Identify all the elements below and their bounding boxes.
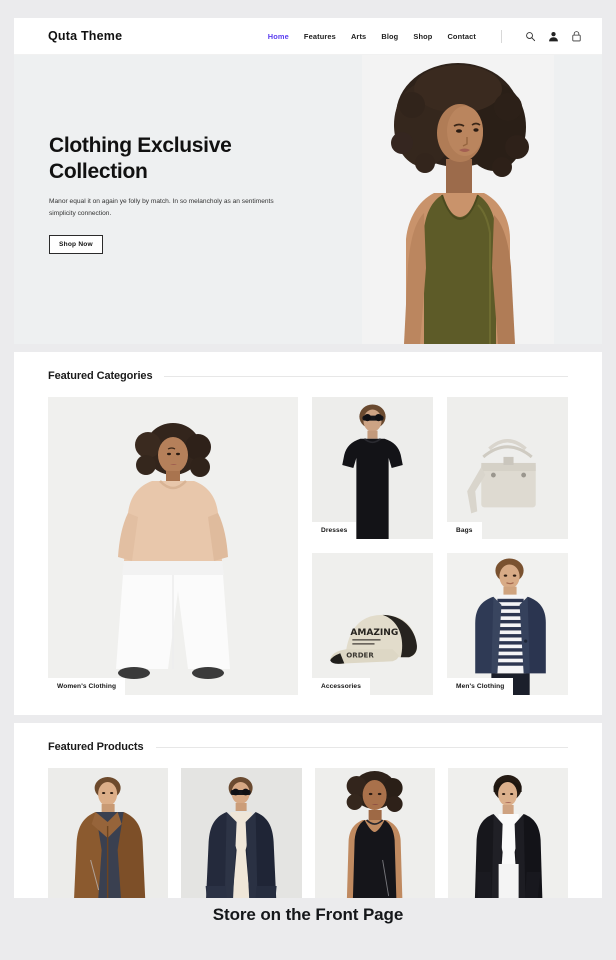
category-card-dresses[interactable]: Dresses <box>312 397 433 539</box>
category-image-accessories: AMAZING ORDER <box>312 553 433 695</box>
shop-now-button[interactable]: Shop Now <box>49 235 103 255</box>
nav-item-contact[interactable]: Contact <box>447 32 476 41</box>
featured-categories-section: Featured Categories Women's Clothing Dre… <box>14 352 602 715</box>
featured-products-title: Featured Products <box>48 741 144 753</box>
category-image-dresses <box>312 397 433 539</box>
nav-item-features[interactable]: Features <box>304 32 336 41</box>
hero-title-line-1: Clothing Exclusive <box>49 134 232 157</box>
nav-item-home[interactable]: Home <box>268 32 289 41</box>
svg-text:ORDER: ORDER <box>346 650 374 659</box>
category-label-womens-clothing: Women's Clothing <box>48 678 126 695</box>
category-card-accessories[interactable]: AMAZING ORDER Accessories <box>312 553 433 695</box>
svg-text:AMAZING: AMAZING <box>350 628 398 638</box>
product-card-4[interactable] <box>447 768 568 898</box>
featured-products-section: Featured Products <box>14 723 602 898</box>
figure-caption: Store on the Front Page <box>212 905 404 924</box>
site-header: Quta Theme Home Features Arts Blog Shop … <box>14 18 602 55</box>
category-card-bags[interactable]: Bags <box>447 397 568 539</box>
hero-title-line-2: Collection <box>49 159 148 183</box>
nav-item-shop[interactable]: Shop <box>413 32 432 41</box>
product-card-1[interactable] <box>48 768 169 898</box>
section-gap-2 <box>14 715 602 723</box>
section-gap-1 <box>14 344 602 352</box>
website-frame: Quta Theme Home Features Arts Blog Shop … <box>14 18 602 898</box>
category-image-womens-clothing <box>48 397 298 695</box>
product-card-3[interactable] <box>314 768 435 898</box>
category-label-accessories: Accessories <box>312 678 370 695</box>
category-image-bags <box>447 397 568 539</box>
nav-divider <box>501 29 502 43</box>
product-grid <box>48 768 568 898</box>
category-grid: Women's Clothing Dresses Bags AMAZING OR… <box>48 397 568 695</box>
main-navigation: Home Features Arts Blog Shop Contact <box>268 29 582 43</box>
nav-item-blog[interactable]: Blog <box>381 32 398 41</box>
hero-copy: Clothing Exclusive Collection Manor equa… <box>49 133 311 255</box>
product-card-2[interactable] <box>181 768 302 898</box>
hero-paragraph: Manor equal it on again ye folly by matc… <box>49 198 274 217</box>
brand-logo[interactable]: Quta Theme <box>48 29 122 43</box>
category-label-mens-clothing: Men's Clothing <box>447 678 514 695</box>
section-divider <box>164 375 568 377</box>
category-label-dresses: Dresses <box>312 522 357 539</box>
header-icon-group <box>525 30 582 42</box>
featured-products-header: Featured Products <box>48 741 568 753</box>
user-icon[interactable] <box>548 31 559 42</box>
hero-image <box>362 55 554 344</box>
hero-title: Clothing Exclusive Collection <box>49 133 311 184</box>
hero-banner: Clothing Exclusive Collection Manor equa… <box>14 55 602 344</box>
category-card-mens-clothing[interactable]: Men's Clothing <box>447 553 568 695</box>
search-icon[interactable] <box>525 31 536 42</box>
bag-icon[interactable] <box>571 30 582 42</box>
section-divider <box>155 746 568 748</box>
category-image-mens-clothing <box>447 553 568 695</box>
screenshot-root: Quta Theme Home Features Arts Blog Shop … <box>0 0 616 960</box>
featured-categories-header: Featured Categories <box>48 370 568 382</box>
nav-item-arts[interactable]: Arts <box>351 32 366 41</box>
featured-categories-title: Featured Categories <box>48 370 153 382</box>
category-label-bags: Bags <box>447 522 482 539</box>
category-card-womens-clothing[interactable]: Women's Clothing <box>48 397 298 695</box>
